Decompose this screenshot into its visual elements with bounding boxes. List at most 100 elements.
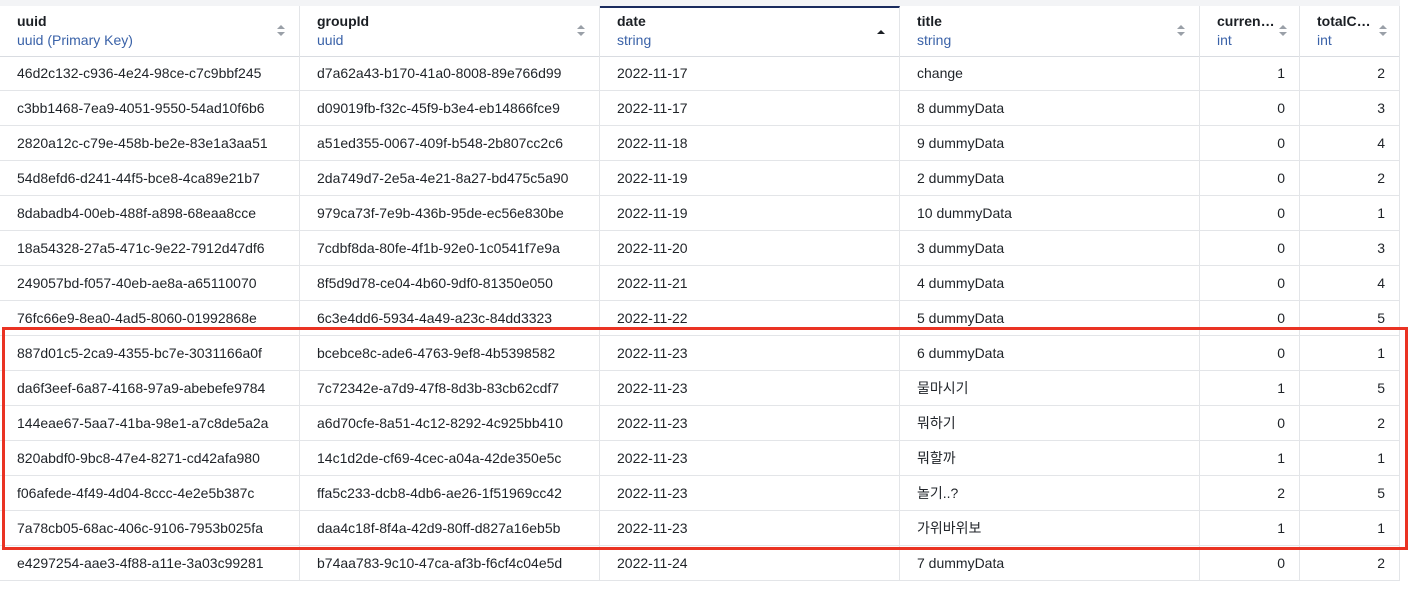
sort-arrows-icon[interactable] <box>577 25 585 37</box>
cell-title[interactable]: 7 dummyData <box>900 546 1200 580</box>
cell-current[interactable]: 0 <box>1200 126 1300 160</box>
cell-uuid[interactable]: 54d8efd6-d241-44f5-bce8-4ca89e21b7 <box>0 161 300 195</box>
sort-arrows-icon[interactable] <box>1177 25 1185 37</box>
cell-uuid[interactable]: 820abdf0-9bc8-47e4-8271-cd42afa980 <box>0 441 300 475</box>
cell-title[interactable]: 물마시기 <box>900 371 1200 405</box>
column-header-total[interactable]: totalC… int <box>1300 6 1400 56</box>
cell-groupid[interactable]: 8f5d9d78-ce04-4b60-9df0-81350e050 <box>300 266 600 300</box>
cell-date[interactable]: 2022-11-23 <box>600 371 900 405</box>
cell-current[interactable]: 1 <box>1200 56 1300 90</box>
cell-current[interactable]: 0 <box>1200 546 1300 580</box>
table-row[interactable]: 2820a12c-c79e-458b-be2e-83e1a3aa51 a51ed… <box>0 126 1400 161</box>
cell-total[interactable]: 4 <box>1300 126 1400 160</box>
column-header-uuid[interactable]: uuid uuid (Primary Key) <box>0 6 300 56</box>
sort-arrows-icon[interactable] <box>1279 25 1287 37</box>
cell-uuid[interactable]: 8dabadb4-00eb-488f-a898-68eaa8cce <box>0 196 300 230</box>
cell-current[interactable]: 0 <box>1200 91 1300 125</box>
cell-total[interactable]: 1 <box>1300 441 1400 475</box>
cell-title[interactable]: 5 dummyData <box>900 301 1200 335</box>
cell-groupid[interactable]: 6c3e4dd6-5934-4a49-a23c-84dd3323 <box>300 301 600 335</box>
cell-title[interactable]: 놀기..? <box>900 476 1200 510</box>
cell-total[interactable]: 2 <box>1300 406 1400 440</box>
cell-total[interactable]: 5 <box>1300 301 1400 335</box>
cell-date[interactable]: 2022-11-23 <box>600 336 900 370</box>
cell-total[interactable]: 4 <box>1300 266 1400 300</box>
cell-title[interactable]: 2 dummyData <box>900 161 1200 195</box>
cell-groupid[interactable]: 979ca73f-7e9b-436b-95de-ec56e830be <box>300 196 600 230</box>
cell-uuid[interactable]: 7a78cb05-68ac-406c-9106-7953b025fa <box>0 511 300 545</box>
table-row[interactable]: 820abdf0-9bc8-47e4-8271-cd42afa980 14c1d… <box>0 441 1400 476</box>
cell-date[interactable]: 2022-11-19 <box>600 161 900 195</box>
cell-total[interactable]: 3 <box>1300 231 1400 265</box>
table-row[interactable]: c3bb1468-7ea9-4051-9550-54ad10f6b6 d0901… <box>0 91 1400 126</box>
cell-date[interactable]: 2022-11-24 <box>600 546 900 580</box>
cell-groupid[interactable]: 7cdbf8da-80fe-4f1b-92e0-1c0541f7e9a <box>300 231 600 265</box>
cell-uuid[interactable]: e4297254-aae3-4f88-a11e-3a03c99281 <box>0 546 300 580</box>
cell-title[interactable]: 8 dummyData <box>900 91 1200 125</box>
cell-total[interactable]: 1 <box>1300 196 1400 230</box>
cell-current[interactable]: 0 <box>1200 161 1300 195</box>
cell-groupid[interactable]: 14c1d2de-cf69-4cec-a04a-42de350e5c <box>300 441 600 475</box>
sort-arrows-icon[interactable] <box>1379 25 1387 37</box>
table-row[interactable]: 8dabadb4-00eb-488f-a898-68eaa8cce 979ca7… <box>0 196 1400 231</box>
cell-uuid[interactable]: da6f3eef-6a87-4168-97a9-abebefe9784 <box>0 371 300 405</box>
cell-current[interactable]: 0 <box>1200 336 1300 370</box>
cell-groupid[interactable]: a51ed355-0067-409f-b548-2b807cc2c6 <box>300 126 600 160</box>
cell-date[interactable]: 2022-11-17 <box>600 56 900 90</box>
cell-date[interactable]: 2022-11-20 <box>600 231 900 265</box>
table-row[interactable]: 54d8efd6-d241-44f5-bce8-4ca89e21b7 2da74… <box>0 161 1400 196</box>
cell-groupid[interactable]: 2da749d7-2e5a-4e21-8a27-bd475c5a90 <box>300 161 600 195</box>
cell-uuid[interactable]: 887d01c5-2ca9-4355-bc7e-3031166a0f <box>0 336 300 370</box>
cell-date[interactable]: 2022-11-23 <box>600 441 900 475</box>
cell-current[interactable]: 1 <box>1200 511 1300 545</box>
cell-uuid[interactable]: 18a54328-27a5-471c-9e22-7912d47df6 <box>0 231 300 265</box>
cell-title[interactable]: 가위바위보 <box>900 511 1200 545</box>
table-row[interactable]: 76fc66e9-8ea0-4ad5-8060-01992868e 6c3e4d… <box>0 301 1400 336</box>
cell-date[interactable]: 2022-11-18 <box>600 126 900 160</box>
table-row[interactable]: 46d2c132-c936-4e24-98ce-c7c9bbf245 d7a62… <box>0 56 1400 91</box>
table-row[interactable]: f06afede-4f49-4d04-8ccc-4e2e5b387c ffa5c… <box>0 476 1400 511</box>
cell-total[interactable]: 2 <box>1300 161 1400 195</box>
cell-uuid[interactable]: 144eae67-5aa7-41ba-98e1-a7c8de5a2a <box>0 406 300 440</box>
table-row[interactable]: 887d01c5-2ca9-4355-bc7e-3031166a0f bcebc… <box>0 336 1400 371</box>
cell-current[interactable]: 0 <box>1200 406 1300 440</box>
cell-title[interactable]: 3 dummyData <box>900 231 1200 265</box>
cell-uuid[interactable]: c3bb1468-7ea9-4051-9550-54ad10f6b6 <box>0 91 300 125</box>
cell-uuid[interactable]: 249057bd-f057-40eb-ae8a-a65110070 <box>0 266 300 300</box>
cell-total[interactable]: 5 <box>1300 476 1400 510</box>
cell-total[interactable]: 3 <box>1300 91 1400 125</box>
column-header-groupid[interactable]: groupId uuid <box>300 6 600 56</box>
cell-title[interactable]: 6 dummyData <box>900 336 1200 370</box>
cell-uuid[interactable]: f06afede-4f49-4d04-8ccc-4e2e5b387c <box>0 476 300 510</box>
cell-date[interactable]: 2022-11-19 <box>600 196 900 230</box>
cell-groupid[interactable]: d09019fb-f32c-45f9-b3e4-eb14866fce9 <box>300 91 600 125</box>
table-row[interactable]: da6f3eef-6a87-4168-97a9-abebefe9784 7c72… <box>0 371 1400 406</box>
cell-date[interactable]: 2022-11-23 <box>600 406 900 440</box>
cell-groupid[interactable]: daa4c18f-8f4a-42d9-80ff-d827a16eb5b <box>300 511 600 545</box>
table-row[interactable]: 18a54328-27a5-471c-9e22-7912d47df6 7cdbf… <box>0 231 1400 266</box>
column-header-title[interactable]: title string <box>900 6 1200 56</box>
cell-date[interactable]: 2022-11-21 <box>600 266 900 300</box>
table-row[interactable]: 144eae67-5aa7-41ba-98e1-a7c8de5a2a a6d70… <box>0 406 1400 441</box>
cell-total[interactable]: 2 <box>1300 56 1400 90</box>
cell-total[interactable]: 1 <box>1300 336 1400 370</box>
cell-groupid[interactable]: ffa5c233-dcb8-4db6-ae26-1f51969cc42 <box>300 476 600 510</box>
sort-ascending-icon[interactable] <box>877 27 885 39</box>
cell-date[interactable]: 2022-11-23 <box>600 511 900 545</box>
cell-title[interactable]: change <box>900 56 1200 90</box>
cell-title[interactable]: 뭐하기 <box>900 406 1200 440</box>
table-row[interactable]: 7a78cb05-68ac-406c-9106-7953b025fa daa4c… <box>0 511 1400 546</box>
cell-title[interactable]: 9 dummyData <box>900 126 1200 160</box>
cell-total[interactable]: 5 <box>1300 371 1400 405</box>
cell-groupid[interactable]: 7c72342e-a7d9-47f8-8d3b-83cb62cdf7 <box>300 371 600 405</box>
cell-groupid[interactable]: bcebce8c-ade6-4763-9ef8-4b5398582 <box>300 336 600 370</box>
cell-title[interactable]: 뭐할까 <box>900 441 1200 475</box>
cell-groupid[interactable]: d7a62a43-b170-41a0-8008-89e766d99 <box>300 56 600 90</box>
cell-current[interactable]: 0 <box>1200 196 1300 230</box>
cell-total[interactable]: 1 <box>1300 511 1400 545</box>
cell-current[interactable]: 0 <box>1200 266 1300 300</box>
cell-date[interactable]: 2022-11-23 <box>600 476 900 510</box>
cell-title[interactable]: 4 dummyData <box>900 266 1200 300</box>
column-header-current[interactable]: curren… int <box>1200 6 1300 56</box>
column-header-date[interactable]: date string <box>600 6 900 56</box>
